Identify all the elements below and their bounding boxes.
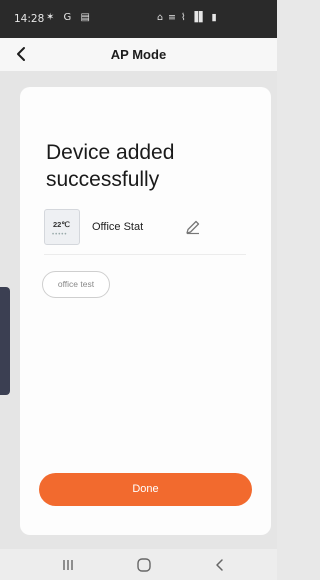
device-row: 22℃ ••••• Office Stat	[44, 209, 246, 249]
divider	[44, 254, 246, 255]
room-chip[interactable]: office test	[42, 271, 110, 298]
thumb-temperature: 22℃	[53, 220, 70, 229]
system-status-icons: ⌂ ≡ ⌇ ▐▌ ▮	[157, 12, 218, 23]
device-name: Office Stat	[92, 221, 144, 233]
recent-apps-icon	[63, 560, 73, 570]
edit-name-button[interactable]	[185, 219, 201, 235]
back-icon	[216, 559, 223, 571]
status-bar: 14:28 ✶ G ▤ ⌂ ≡ ⌇ ▐▌ ▮	[0, 0, 277, 38]
status-time: 14:28	[14, 13, 45, 25]
thermostat-thumbnail: 22℃ •••••	[44, 209, 80, 245]
thumb-dots: •••••	[52, 232, 68, 238]
system-back-button[interactable]	[208, 553, 232, 577]
system-navigation-bar	[0, 549, 277, 580]
success-headline: Device added successfully	[46, 141, 175, 191]
done-button[interactable]: Done	[39, 473, 252, 506]
home-button[interactable]	[132, 553, 156, 577]
pencil-icon	[186, 220, 200, 235]
notification-icons: ✶ G ▤	[46, 12, 93, 23]
header-bar: AP Mode	[0, 38, 277, 71]
success-card: Device added successfully 22℃ ••••• Offi…	[20, 87, 271, 535]
home-icon	[137, 558, 151, 572]
recents-button[interactable]	[56, 553, 80, 577]
page-title: AP Mode	[110, 47, 167, 62]
edge-handle	[0, 287, 10, 395]
